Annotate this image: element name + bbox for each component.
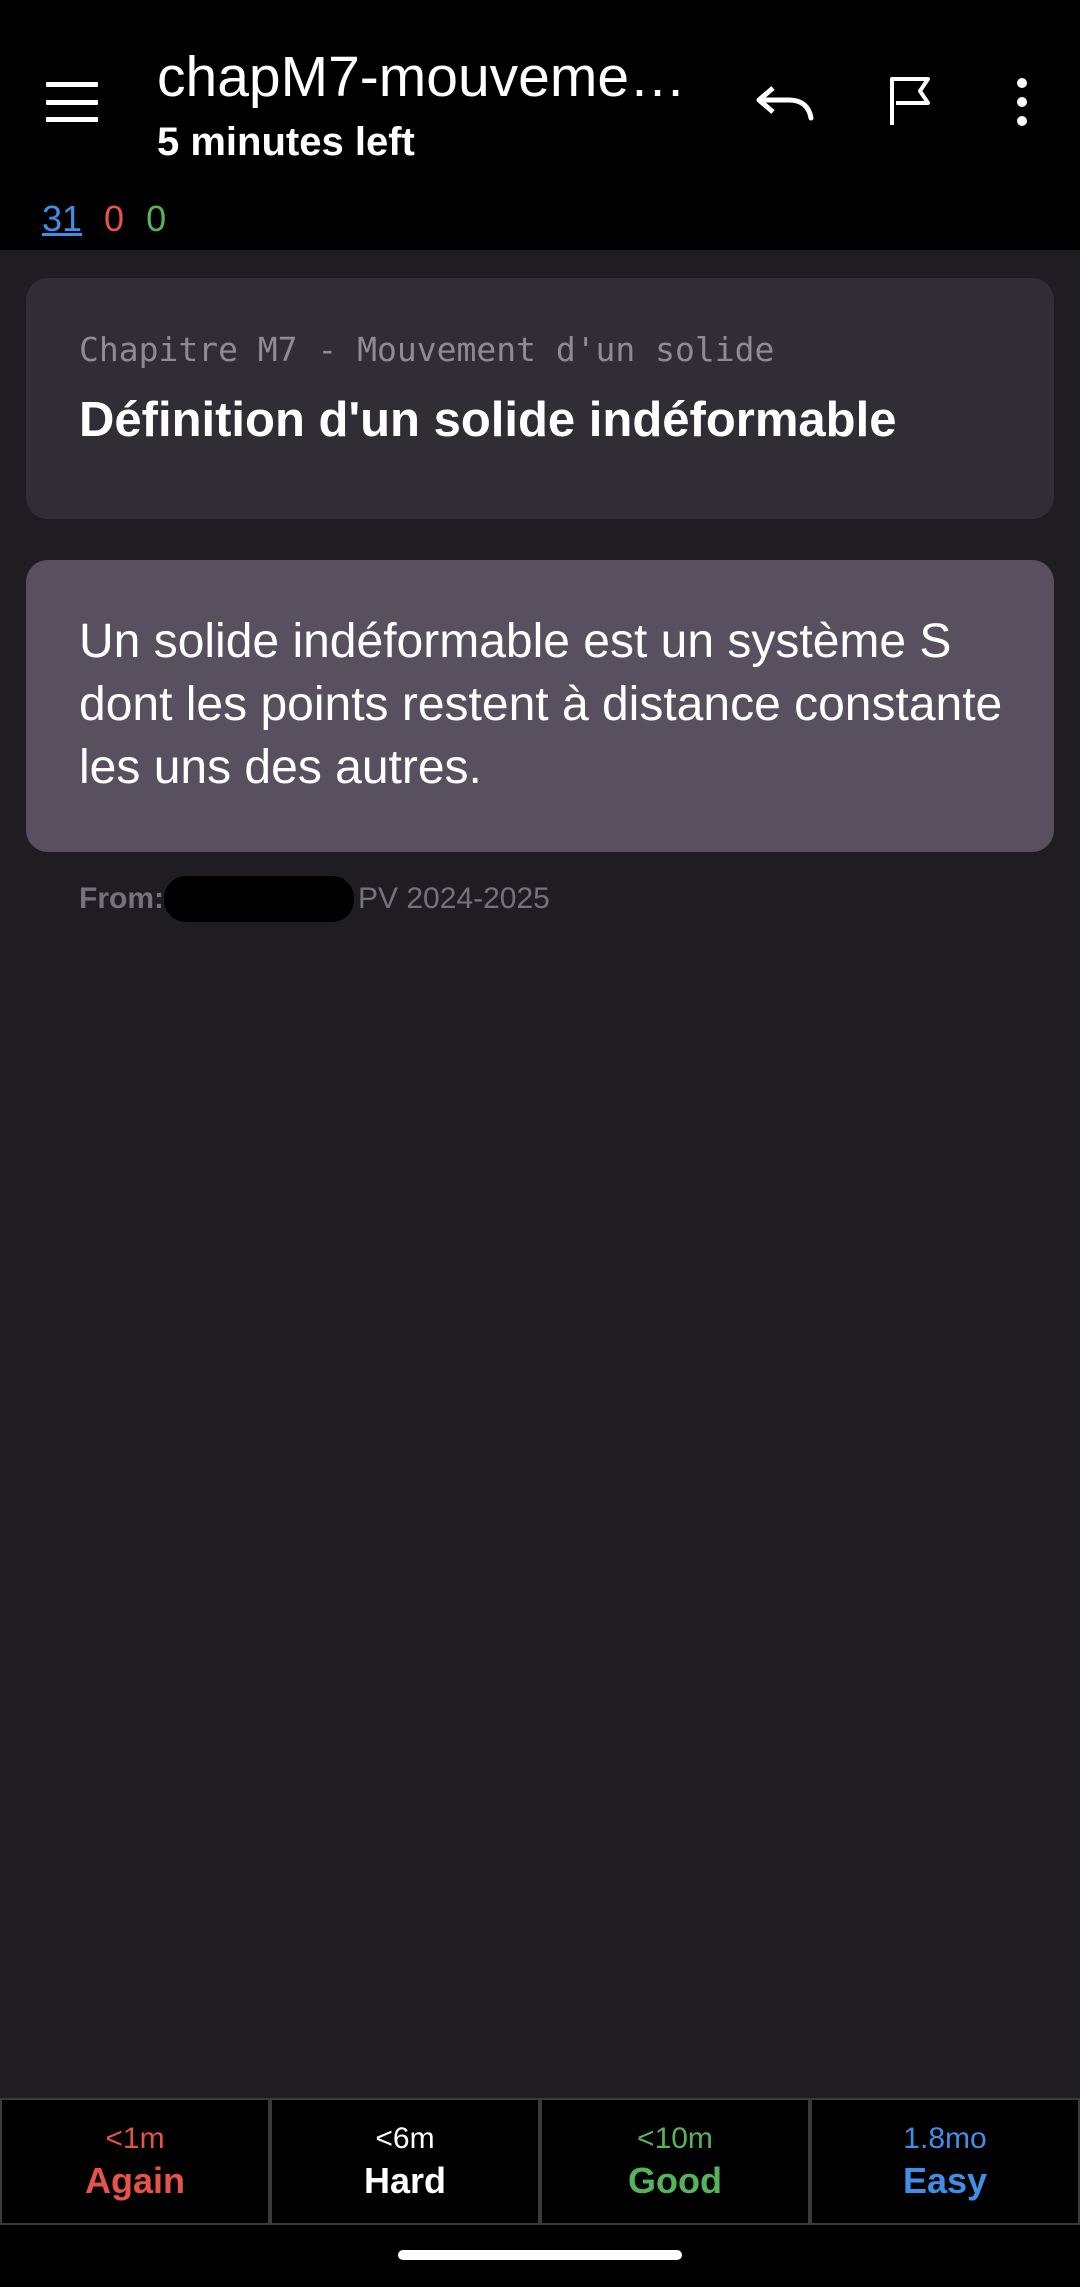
easy-button[interactable]: 1.8mo Easy	[810, 2098, 1080, 2225]
review-count: 0	[146, 198, 167, 239]
learning-count: 0	[104, 198, 125, 239]
more-vertical-icon[interactable]	[1002, 70, 1042, 134]
top-app-bar: chapM7-mouveme… 5 minutes left 31 0 0	[0, 0, 1080, 250]
time-remaining: 5 minutes left	[157, 120, 415, 164]
answer-buttons: <1m Again <6m Hard <10m Good 1.8mo Easy	[0, 2098, 1080, 2225]
flag-icon[interactable]	[878, 66, 948, 136]
easy-label: Easy	[902, 2159, 988, 2201]
again-label: Again	[84, 2159, 185, 2201]
good-button[interactable]: <10m Good	[540, 2098, 810, 2225]
redacted-block	[164, 876, 354, 922]
home-indicator[interactable]	[398, 2250, 682, 2260]
again-interval: <1m	[105, 2121, 165, 2155]
card-question: Chapitre M7 - Mouvement d'un solide Défi…	[26, 278, 1054, 519]
card-answer: Un solide indéformable est un système S …	[26, 560, 1054, 852]
answer-text: Un solide indéformable est un système S …	[79, 615, 1003, 794]
undo-icon[interactable]	[745, 70, 825, 134]
easy-interval: 1.8mo	[903, 2121, 987, 2155]
source-deck: PV 2024-2025	[358, 882, 550, 915]
deck-title: chapM7-mouveme…	[157, 45, 687, 109]
card-source: From: PV 2024-2025	[79, 876, 550, 922]
chapter-label: Chapitre M7 - Mouvement d'un solide	[79, 330, 775, 369]
hamburger-menu-icon[interactable]	[46, 82, 98, 122]
hard-button[interactable]: <6m Hard	[270, 2098, 540, 2225]
source-prefix: From:	[79, 882, 164, 915]
card-title: Définition d'un solide indéformable	[79, 393, 897, 447]
good-label: Good	[628, 2159, 722, 2201]
card-counts: 31 0 0	[42, 196, 166, 242]
hard-label: Hard	[363, 2159, 447, 2201]
good-interval: <10m	[637, 2121, 713, 2155]
new-count[interactable]: 31	[42, 196, 82, 242]
again-button[interactable]: <1m Again	[0, 2098, 270, 2225]
hard-interval: <6m	[375, 2121, 435, 2155]
